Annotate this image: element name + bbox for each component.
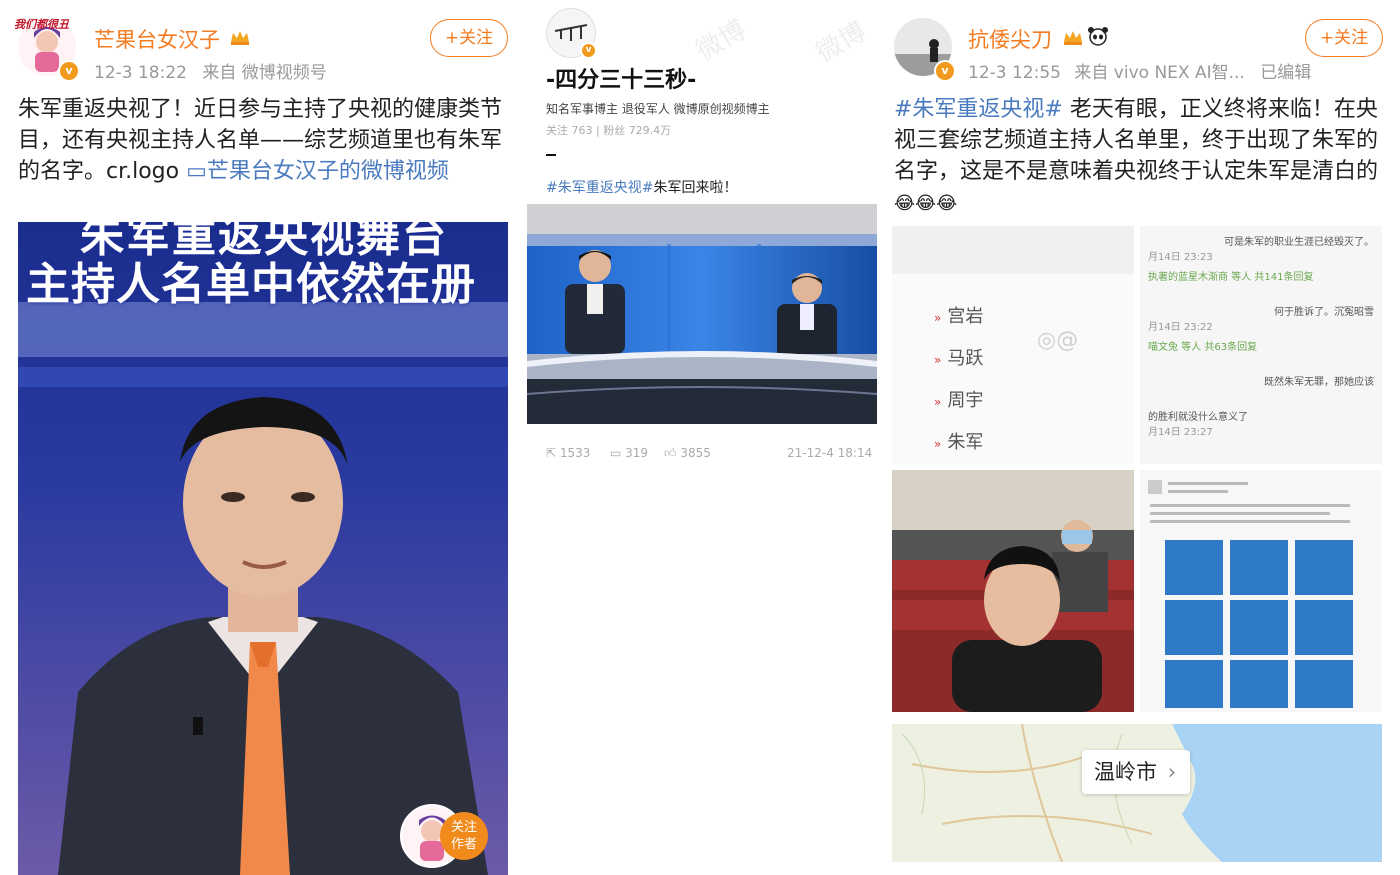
like-icon: 👍︎ [664, 446, 681, 460]
chat-text: 喵文兔 等人 共63条回复 [1148, 342, 1258, 353]
chat-line: 何于胜诉了。沉冤昭雪月14日 23:22 [1140, 300, 1382, 335]
chat-time: 月14日 23:22 [1148, 322, 1213, 333]
username[interactable]: -四分三十三秒- [546, 62, 696, 94]
verified-badge-icon: v [58, 60, 80, 82]
post-text-main: 朱军回来啦！ [653, 180, 738, 196]
follow-button[interactable]: +关注 [430, 19, 508, 57]
post-time: 12-3 18:22 [94, 63, 187, 83]
follow-button[interactable]: +关注 [1305, 19, 1383, 57]
follow-author-label1: 关注 [450, 820, 477, 835]
watermark: 微博 [811, 16, 872, 69]
chat-time: 月14日 23:23 [1148, 252, 1213, 263]
user-description: 知名军事博主 退役军人 微博原创视频博主 [546, 102, 770, 116]
follow-author-button[interactable]: 关注 作者 [400, 804, 490, 868]
comment-icon: ▭ [610, 446, 626, 460]
hashtag-link[interactable]: #朱军重返央视# [546, 180, 653, 196]
post-meta: 12-3 12:55 来自 vivo NEX AI智... 已编辑 [968, 58, 1311, 83]
chat-line: 的胜利就没什么意义了 月14日 23:27 [1140, 405, 1382, 440]
post-text: 朱军重返央视了！近日参与主持了央视的健康类节目，还有央视主持人名单——综艺频道里… [18, 94, 510, 187]
host-name: 周宇 [947, 390, 984, 411]
divider [546, 154, 556, 156]
username[interactable]: 抗倭尖刀 [968, 24, 1052, 54]
source-prefix: 来自 [1074, 63, 1109, 83]
chat-text: 执著的蓝星木渐商 等人 共141条回复 [1148, 272, 1314, 283]
username[interactable]: 芒果台女汉子 [94, 24, 220, 54]
chat-time: 月14日 23:27 [1148, 427, 1213, 438]
image-host-list[interactable]: » 宫岩 » 马跃 » 周宇 » 朱军 ◎@ [892, 226, 1134, 464]
location-map[interactable]: 温岭市 › [892, 724, 1382, 862]
avatar-caption: 我们都很丑 [14, 18, 69, 31]
verified-badge-icon: v [934, 60, 956, 82]
map-place-name: 温岭市 [1094, 760, 1157, 784]
post-meta: 12-3 18:22 来自 微博视频号 [94, 58, 327, 83]
video-thumbnail[interactable] [527, 204, 877, 424]
video-link[interactable]: ▭芒果台女汉子的微博视频 [186, 159, 449, 184]
post-text: #朱军重返央视#朱军回来啦！ [546, 177, 737, 197]
arrow-right-icon: » [934, 437, 942, 451]
arrow-right-icon: » [934, 353, 942, 367]
follow-author-badge: 关注 作者 [440, 812, 488, 860]
watermark: 微博 [691, 14, 752, 67]
post-time: 12-3 12:55 [968, 63, 1061, 83]
weibo-post-panel-2: 微博 微博 v -四分三十三秒- 知名军事博主 退役军人 微博原创视频博主 关注… [522, 0, 890, 875]
repost-icon: ⇱ [546, 446, 560, 460]
source-prefix: 来自 [202, 63, 237, 83]
crown-badge-icon [231, 31, 249, 45]
laugh-emoji-icon: 😂😂😂 [894, 193, 958, 214]
host-list-item: » 宫岩 [934, 296, 983, 338]
weibo-post-panel-3: v 抗倭尖刀 12-3 12:55 来自 vivo NEX AI智... 已编辑… [888, 0, 1400, 875]
host-list-item: » 朱军 [934, 422, 983, 464]
weibo-watermark-icon: ◎@ [1037, 328, 1079, 353]
post-source-link[interactable]: vivo NEX AI智... [1114, 63, 1245, 83]
weibo-post-panel-1: 我们都很丑 v 芒果台女汉子 12-3 18:22 来自 微博视频号 +关注 朱… [0, 0, 522, 875]
image-screenshot-grid[interactable] [1140, 470, 1382, 712]
video-thumbnail[interactable]: 朱军重返央视舞台 主持人名单中依然在册 关注 作者 [18, 222, 508, 875]
arrow-right-icon: » [934, 311, 942, 325]
comment-count: 319 [625, 446, 649, 460]
chevron-right-icon: › [1167, 760, 1177, 784]
hashtag-link[interactable]: #朱军重返央视# [894, 97, 1063, 122]
host-list-item: » 周宇 [934, 380, 983, 422]
chat-text: 的胜利就没什么意义了 [1148, 412, 1248, 423]
repost-button[interactable]: ⇱ 1533 [546, 446, 590, 460]
thumbnail-caption-line2: 主持人名单中依然在册 [26, 259, 476, 310]
panda-badge-icon [1088, 27, 1108, 46]
like-button[interactable]: 👍︎ 3855 [664, 446, 711, 461]
chat-text: 可是朱军的职业生涯已经毁灭了。 [1224, 237, 1374, 248]
user-stats: 关注 763 | 粉丝 729.4万 [546, 124, 672, 137]
host-name: 马跃 [947, 348, 984, 369]
follow-author-label2: 作者 [450, 837, 477, 852]
chat-line: 既然朱军无罪，那她应该 [1140, 370, 1382, 405]
map-location-chip[interactable]: 温岭市 › [1082, 750, 1190, 794]
like-count: 3855 [680, 446, 711, 460]
arrow-right-icon: » [934, 395, 942, 409]
verified-badge-icon: v [580, 42, 597, 59]
host-name: 宫岩 [947, 306, 984, 327]
post-text: #朱军重返央视# 老天有眼，正义终将来临！在央视三套综艺频道主持人名单里，终于出… [894, 94, 1394, 219]
crown-badge-icon [1064, 31, 1082, 45]
chat-line: 可是朱军的职业生涯已经毁灭了。 月14日 23:23 [1140, 230, 1382, 265]
host-list-item: » 马跃 [934, 338, 983, 380]
edited-label: 已编辑 [1260, 63, 1312, 83]
chat-text: 何于胜诉了。沉冤昭雪 [1274, 307, 1374, 318]
image-chat-screenshot[interactable]: 可是朱军的职业生涯已经毁灭了。 月14日 23:23 执著的蓝星木渐商 等人 共14… [1140, 226, 1382, 464]
post-date: 21-12-4 18:14 [787, 446, 873, 460]
post-source-link[interactable]: 微博视频号 [242, 63, 327, 83]
comment-button[interactable]: ▭ 319 [610, 446, 648, 460]
repost-count: 1533 [559, 446, 591, 460]
chat-line: 喵文兔 等人 共63条回复 [1140, 335, 1382, 370]
image-selfie[interactable] [892, 470, 1134, 712]
chat-line: 执著的蓝星木渐商 等人 共141条回复 [1140, 265, 1382, 300]
chat-text: 既然朱军无罪，那她应该 [1264, 377, 1374, 388]
host-name: 朱军 [947, 432, 984, 453]
